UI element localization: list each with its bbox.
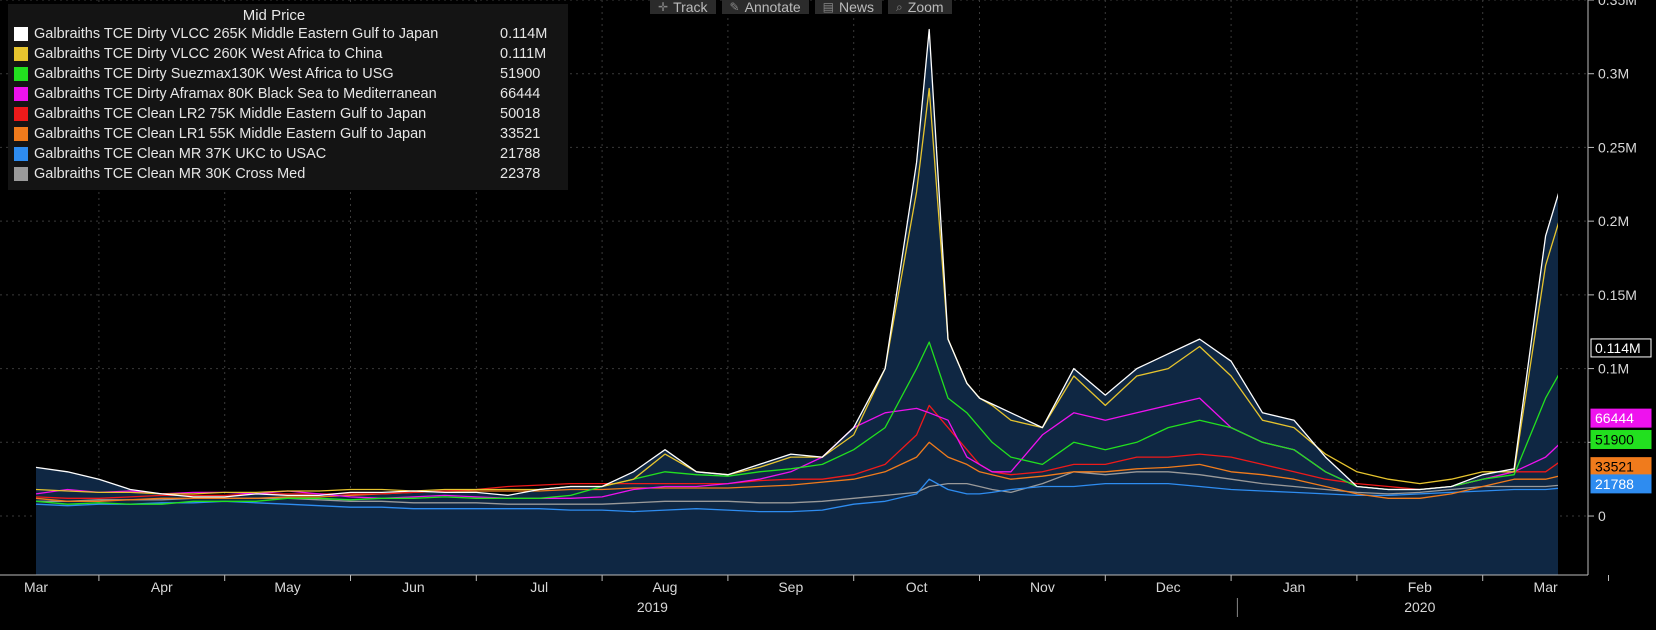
y-tick-label: 0 bbox=[1598, 508, 1606, 524]
pencil-icon: ✎ bbox=[729, 0, 740, 14]
zoom-button[interactable]: ⌕ Zoom bbox=[888, 0, 952, 14]
legend-series-value: 50018 bbox=[500, 106, 541, 122]
legend-item[interactable]: Galbraiths TCE Clean LR2 75K Middle East… bbox=[14, 104, 562, 124]
legend-item[interactable]: Galbraiths TCE Dirty Suezmax130K West Af… bbox=[14, 64, 562, 84]
legend-series-name: Galbraiths TCE Dirty Suezmax130K West Af… bbox=[34, 66, 394, 82]
crosshair-icon: ✛ bbox=[658, 0, 669, 14]
x-tick-label: Dec bbox=[1156, 579, 1181, 595]
y-tick-label: 0.2M bbox=[1598, 213, 1629, 229]
x-tick-label: Feb bbox=[1408, 579, 1432, 595]
x-tick-label: Jul bbox=[530, 579, 548, 595]
legend-swatch bbox=[14, 167, 28, 181]
legend-swatch bbox=[14, 47, 28, 61]
news-label: News bbox=[839, 0, 875, 14]
legend-swatch bbox=[14, 67, 28, 81]
x-tick-label: Oct bbox=[906, 579, 928, 595]
track-button[interactable]: ✛ Track bbox=[650, 0, 716, 14]
last-value-tag: 0.114M bbox=[1590, 338, 1652, 358]
chart-root: 00.05M0.1M0.15M0.2M0.25M0.3M0.35MMarAprM… bbox=[0, 0, 1656, 625]
x-tick-label: Nov bbox=[1030, 579, 1055, 595]
legend-swatch bbox=[14, 107, 28, 121]
x-tick-label: Sep bbox=[778, 579, 803, 595]
legend-series-value: 66444 bbox=[500, 86, 541, 102]
x-year-label: 2020 bbox=[1404, 599, 1435, 615]
legend-item[interactable]: Galbraiths TCE Dirty VLCC 260K West Afri… bbox=[14, 44, 562, 64]
legend-series-name: Galbraiths TCE Dirty VLCC 265K Middle Ea… bbox=[34, 26, 439, 42]
legend-item[interactable]: Galbraiths TCE Dirty Aframax 80K Black S… bbox=[14, 84, 562, 104]
last-value-tag-text: 0.114M bbox=[1595, 340, 1641, 356]
legend-series-value: 0.111M bbox=[500, 46, 547, 62]
magnifier-icon: ⌕ bbox=[896, 0, 903, 14]
last-value-tag-text: 51900 bbox=[1595, 432, 1634, 448]
legend-swatch bbox=[14, 27, 28, 41]
legend-item[interactable]: Galbraiths TCE Dirty VLCC 265K Middle Ea… bbox=[14, 24, 562, 44]
x-year-label: 2019 bbox=[637, 599, 668, 615]
legend-series-name: Galbraiths TCE Clean MR 30K Cross Med bbox=[34, 166, 306, 182]
x-tick-label: Mar bbox=[1534, 579, 1558, 595]
news-button[interactable]: ▤ News bbox=[814, 0, 883, 14]
chart-legend: Mid Price Galbraiths TCE Dirty VLCC 265K… bbox=[8, 4, 568, 190]
legend-series-value: 51900 bbox=[500, 66, 541, 82]
last-value-tag: 21788 bbox=[1590, 474, 1652, 494]
legend-item[interactable]: Galbraiths TCE Clean LR1 55K Middle East… bbox=[14, 124, 562, 144]
legend-series-value: 33521 bbox=[500, 126, 541, 142]
x-tick-label: Jan bbox=[1283, 579, 1306, 595]
last-value-tag-text: 21788 bbox=[1595, 476, 1634, 492]
last-value-tag-text: 66444 bbox=[1595, 410, 1634, 426]
legend-series-name: Galbraiths TCE Dirty Aframax 80K Black S… bbox=[34, 86, 437, 102]
last-value-tag-text: 33521 bbox=[1595, 459, 1634, 475]
last-value-tag: 66444 bbox=[1590, 408, 1652, 428]
y-tick-label: 0.3M bbox=[1598, 66, 1629, 82]
legend-title: Mid Price bbox=[242, 7, 306, 24]
legend-series-value: 21788 bbox=[500, 146, 541, 162]
annotate-button[interactable]: ✎ Annotate bbox=[721, 0, 809, 14]
legend-series-name: Galbraiths TCE Clean LR1 55K Middle East… bbox=[34, 126, 427, 142]
x-tick-label: Aug bbox=[653, 579, 678, 595]
x-tick-label: Jun bbox=[402, 579, 425, 595]
legend-series-name: Galbraiths TCE Clean MR 37K UKC to USAC bbox=[34, 146, 327, 162]
news-icon: ▤ bbox=[822, 0, 835, 14]
y-tick-label: 0.25M bbox=[1598, 139, 1637, 155]
legend-swatch bbox=[14, 127, 28, 141]
y-tick-label: 0.35M bbox=[1598, 0, 1637, 8]
x-tick-label: Apr bbox=[151, 579, 173, 595]
legend-series-value: 22378 bbox=[500, 166, 541, 182]
last-value-tag: 51900 bbox=[1590, 430, 1652, 450]
legend-item[interactable]: Galbraiths TCE Clean MR 30K Cross Med 223… bbox=[14, 164, 562, 184]
legend-item[interactable]: Galbraiths TCE Clean MR 37K UKC to USAC 2… bbox=[14, 144, 562, 164]
x-tick-label: May bbox=[274, 579, 300, 595]
zoom-label: Zoom bbox=[907, 0, 944, 14]
track-label: Track bbox=[673, 0, 708, 14]
legend-series-name: Galbraiths TCE Dirty VLCC 260K West Afri… bbox=[34, 46, 383, 62]
legend-series-value: 0.114M bbox=[500, 26, 548, 42]
x-tick-label: Mar bbox=[24, 579, 48, 595]
chart-toolbar: ✛ Track ✎ Annotate ▤ News ⌕ Zoom bbox=[650, 0, 952, 14]
legend-swatch bbox=[14, 147, 28, 161]
annotate-label: Annotate bbox=[744, 0, 801, 14]
y-tick-label: 0.1M bbox=[1598, 361, 1629, 377]
legend-series-name: Galbraiths TCE Clean LR2 75K Middle East… bbox=[34, 106, 427, 122]
legend-swatch bbox=[14, 87, 28, 101]
y-tick-label: 0.15M bbox=[1598, 287, 1637, 303]
last-value-tag: 33521 bbox=[1590, 457, 1652, 477]
